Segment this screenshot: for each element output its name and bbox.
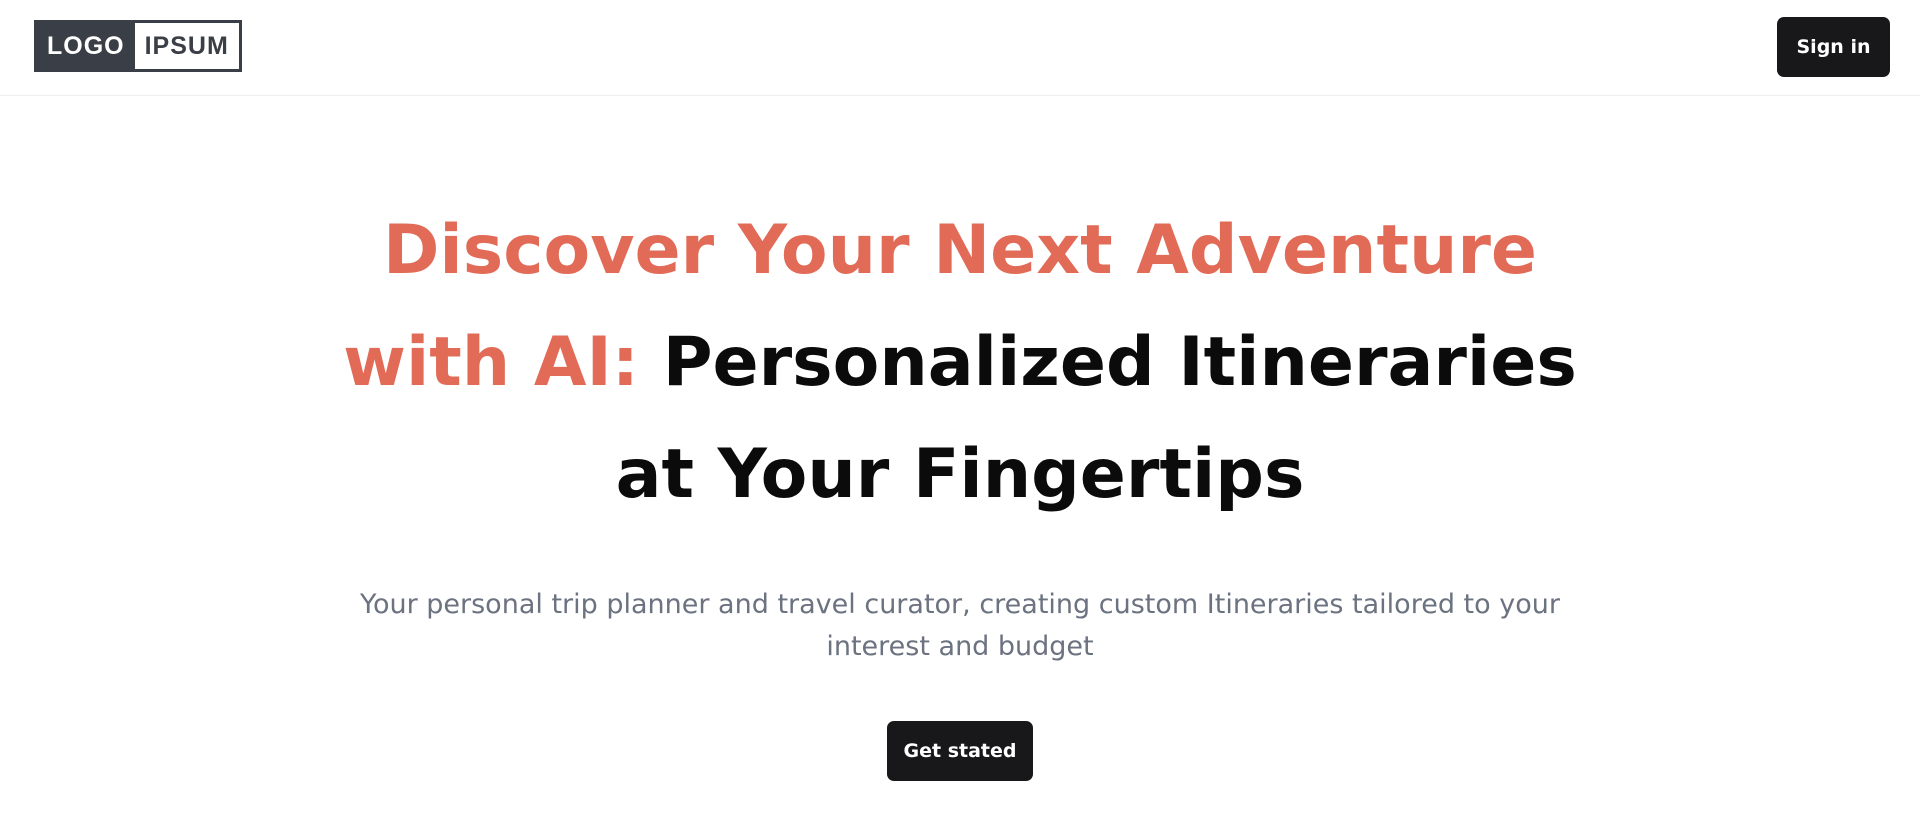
hero-title-dark-line-3: at Your Fingertips (615, 435, 1305, 514)
hero-subtitle: Your personal trip planner and travel cu… (360, 584, 1560, 668)
hero-title-dark-line-2: Personalized Itineraries (662, 323, 1577, 402)
hero-title-accent-line-2: with AI: (343, 323, 639, 402)
logo-part-2: IPSUM (134, 23, 239, 69)
logo[interactable]: LOGO IPSUM (34, 20, 242, 72)
sign-in-button[interactable]: Sign in (1777, 17, 1890, 77)
site-header: LOGO IPSUM Sign in (0, 0, 1920, 96)
hero-title-accent-line-1: Discover Your Next Adventure (382, 211, 1538, 290)
logo-part-1: LOGO (37, 23, 135, 69)
hero-title: Discover Your Next Adventure with AI: Pe… (300, 195, 1620, 531)
hero-subtitle-line-1: Your personal trip planner and travel cu… (360, 589, 1560, 620)
hero-subtitle-line-2: interest and budget (826, 631, 1094, 662)
get-started-button[interactable]: Get stated (887, 721, 1033, 781)
